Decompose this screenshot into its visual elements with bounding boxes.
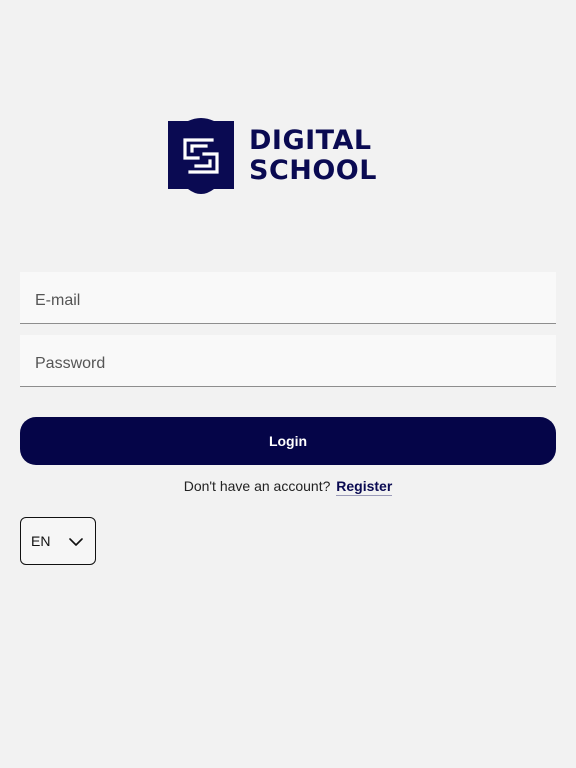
language-select[interactable]: EN [20,517,96,565]
language-selected-value: EN [31,533,51,549]
logo-text-line1: DIGITAL [249,125,372,156]
register-prompt-text: Don't have an account? [183,478,331,494]
password-field[interactable] [20,335,556,386]
chevron-down-icon [69,538,83,546]
login-button[interactable]: Login [20,417,556,465]
register-prompt-row: Don't have an account? Register [0,478,576,496]
password-field-container [20,335,556,387]
email-field-container [20,272,556,324]
app-logo: DIGITAL SCHOOL [168,117,377,195]
shield-logo-icon [168,118,234,194]
logo-text-line2: SCHOOL [249,155,377,186]
email-field[interactable] [20,272,556,323]
logo-wordmark: DIGITAL SCHOOL [249,126,377,186]
register-link[interactable]: Register [336,478,393,496]
